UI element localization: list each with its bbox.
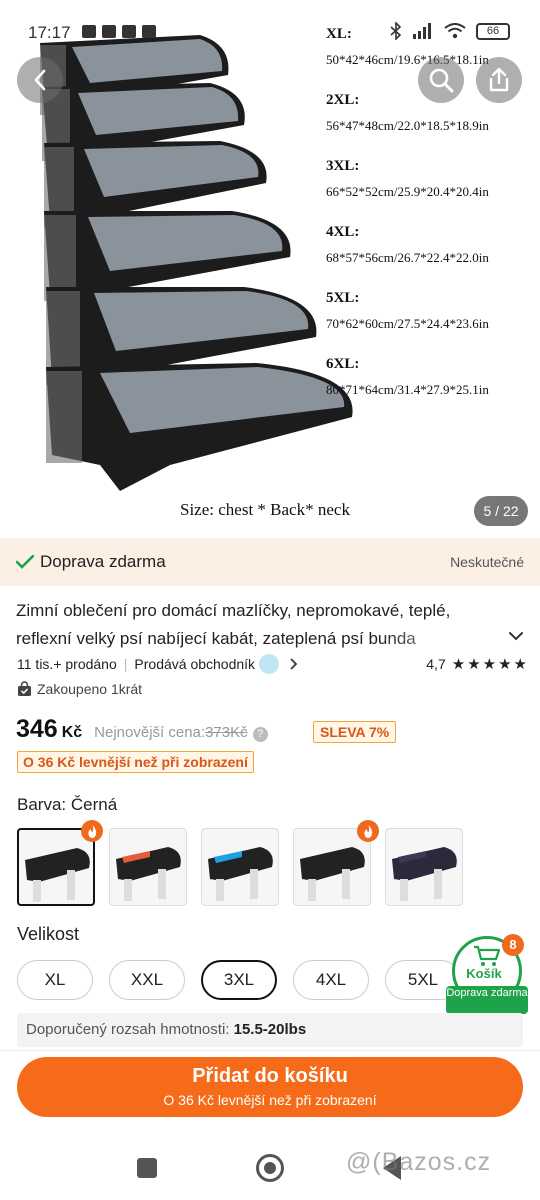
coat-thumbnail	[208, 847, 273, 901]
cheaper-badge: O 36 Kč levnější než při zobrazení	[17, 751, 254, 773]
size-option-xxl[interactable]: XXL	[109, 960, 185, 1000]
size-dims: 68*57*56cm/26.7*22.4*22.0in	[326, 250, 489, 265]
signal-icon	[413, 23, 431, 39]
size-options: XL XXL 3XL 4XL 5XL	[17, 960, 461, 1000]
color-swatch-navy[interactable]	[385, 828, 463, 906]
price-value: 346	[16, 715, 58, 743]
purchased-text: Zakoupeno 1krát	[37, 681, 143, 697]
size-label: 6XL:	[326, 356, 360, 372]
share-button[interactable]	[476, 57, 522, 103]
rating[interactable]: 4,7 ★ ★ ★ ★ ★	[426, 655, 527, 673]
old-price: 373Kč	[205, 724, 248, 741]
product-image-gallery[interactable]: 17:17 66 XL: 50*42*46cm/19.6*16.5*18.1in…	[0, 0, 540, 538]
weight-value: 15.5-20lbs	[233, 1021, 307, 1038]
image-pager: 5 / 22	[474, 496, 528, 526]
seller-avatar	[259, 654, 280, 674]
cart-shipping-label: Doprava zdarma	[446, 986, 528, 1014]
cart-icon	[474, 945, 501, 966]
color-swatch-blue[interactable]	[201, 828, 279, 906]
coat-thumbnail	[392, 847, 457, 901]
discount-badge: SLEVA 7%	[313, 721, 397, 743]
hot-badge	[81, 820, 103, 842]
help-icon[interactable]: ?	[252, 727, 268, 742]
size-row-6xl: 6XL: 80*71*64cm/31.4*27.9*25.1in	[326, 356, 540, 422]
product-meta: 11 tis.+ prodáno | Prodává obchodník 4,7…	[17, 654, 527, 674]
title-fade	[380, 625, 500, 653]
color-swatch-black[interactable]	[17, 828, 95, 906]
chevron-down-icon	[509, 632, 523, 641]
coat-thumbnail	[300, 847, 365, 901]
size-label: 5XL:	[326, 290, 360, 306]
wifi-icon	[444, 23, 466, 39]
chevron-left-icon	[34, 69, 46, 91]
system-icons: 66	[390, 22, 510, 40]
rating-value: 4,7	[426, 656, 446, 672]
color-swatch-red[interactable]	[109, 828, 187, 906]
home-button[interactable]	[256, 1154, 284, 1182]
notification-icons	[82, 25, 156, 38]
star-icon: ★	[451, 656, 466, 673]
shipping-note: Neskutečné	[450, 554, 524, 570]
size-caption: Size: chest * Back* neck	[180, 500, 350, 519]
hot-badge	[357, 820, 379, 842]
star-icon: ★	[498, 656, 512, 673]
color-swatches	[17, 820, 463, 906]
back-button[interactable]	[17, 57, 63, 103]
share-icon	[489, 67, 509, 92]
size-label: 3XL:	[326, 158, 360, 174]
add-to-cart-label: Přidat do košíku	[192, 1065, 348, 1087]
size-dims: 66*52*52cm/25.9*20.4*20.4in	[326, 184, 489, 199]
size-option-3xl[interactable]: 3XL	[201, 960, 277, 1000]
expand-title-button[interactable]	[508, 628, 524, 646]
cart-count-badge: 8	[502, 934, 524, 956]
battery-icon: 66	[476, 22, 510, 40]
star-half-icon: ★	[513, 656, 527, 673]
watermark-logo: @(Bazos.cz	[346, 1148, 492, 1176]
coat-6xl	[46, 363, 353, 491]
fire-icon	[363, 824, 372, 838]
recent-apps-button[interactable]	[137, 1158, 157, 1178]
check-icon	[16, 555, 34, 569]
fire-icon	[87, 824, 96, 838]
status-bar: 17:17 66	[0, 0, 540, 62]
free-shipping-bar[interactable]: Doprava zdarma Neskutečné	[0, 538, 540, 586]
old-price-label: Nejnovější cena:	[94, 724, 206, 741]
price-row: 346 Kč Nejnovější cena: 373Kč ?	[16, 715, 268, 744]
divider	[0, 1050, 540, 1051]
cart-label: Košík	[466, 966, 502, 981]
color-label: Barva: Černá	[17, 795, 118, 814]
separator: |	[123, 656, 128, 672]
bag-check-icon	[18, 681, 31, 696]
weight-label: Doporučený rozsah hmotnosti:	[26, 1021, 230, 1038]
floating-cart-button[interactable]: 8 Košík Doprava zdarma	[446, 934, 528, 1014]
size-option-4xl[interactable]: 4XL	[293, 960, 369, 1000]
shipping-label: Doprava zdarma	[40, 552, 166, 571]
chevron-right-icon[interactable]	[289, 658, 298, 670]
weight-range: Doporučený rozsah hmotnosti: 15.5-20lbs	[17, 1013, 523, 1047]
price-currency: Kč	[61, 724, 83, 741]
search-icon	[429, 68, 454, 93]
add-to-cart-button[interactable]: Přidat do košíku O 36 Kč levnější než př…	[17, 1057, 523, 1117]
size-row-5xl: 5XL: 70*62*60cm/27.5*24.4*23.6in	[326, 290, 540, 356]
add-to-cart-sublabel: O 36 Kč levnější než při zobrazení	[163, 1092, 377, 1108]
bluetooth-icon	[390, 22, 402, 40]
size-row-3xl: 3XL: 66*52*52cm/25.9*20.4*20.4in	[326, 158, 540, 224]
size-option-xl[interactable]: XL	[17, 960, 93, 1000]
color-swatch-black-alt[interactable]	[293, 828, 371, 906]
size-dims: 56*47*48cm/22.0*18.5*18.9in	[326, 118, 489, 133]
size-label: 4XL:	[326, 224, 360, 240]
star-icon: ★	[467, 656, 481, 673]
size-dims: 70*62*60cm/27.5*24.4*23.6in	[326, 316, 489, 331]
coat-thumbnail	[116, 847, 181, 901]
purchased-info: Zakoupeno 1krát	[17, 681, 142, 697]
star-icon: ★	[482, 656, 497, 673]
seller-link[interactable]: Prodává obchodník	[134, 656, 255, 672]
coat-thumbnail	[25, 848, 90, 902]
search-button[interactable]	[418, 57, 464, 103]
status-time: 17:17	[28, 23, 71, 42]
size-dims: 80*71*64cm/31.4*27.9*25.1in	[326, 382, 489, 397]
sold-count: 11 tis.+ prodáno	[17, 656, 117, 672]
size-title: Velikost	[17, 924, 80, 944]
size-row-4xl: 4XL: 68*57*56cm/26.7*22.4*22.0in	[326, 224, 540, 290]
